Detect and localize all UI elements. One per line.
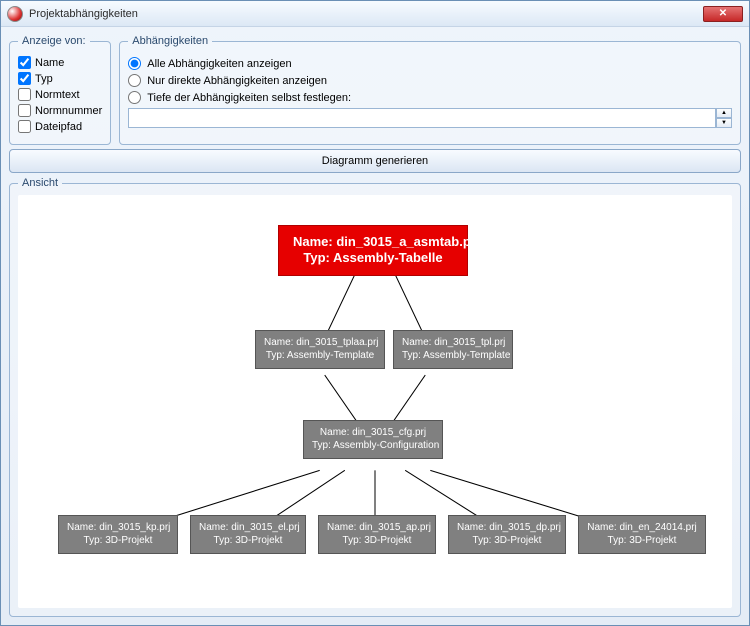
checkbox-normtext[interactable] xyxy=(18,88,31,101)
node-level3-2[interactable]: Name: din_3015_ap.prj Typ: 3D-Projekt xyxy=(318,515,436,554)
node-typ: Typ: Assembly-Template xyxy=(264,350,376,363)
anzeige-item-normnummer[interactable]: Normnummer xyxy=(18,104,102,117)
anzeige-legend: Anzeige von: xyxy=(18,35,90,47)
node-name: Name: din_3015_cfg.prj xyxy=(312,427,434,440)
anzeige-label: Normnummer xyxy=(35,105,102,117)
close-icon: ✕ xyxy=(719,8,727,19)
radio-depth[interactable] xyxy=(128,91,141,104)
node-typ: Typ: Assembly-Tabelle xyxy=(293,250,453,266)
depth-input[interactable] xyxy=(128,108,716,128)
anzeige-item-normtext[interactable]: Normtext xyxy=(18,88,102,101)
node-name: Name: din_3015_el.prj xyxy=(199,522,297,535)
close-button[interactable]: ✕ xyxy=(703,6,743,22)
node-typ: Typ: 3D-Projekt xyxy=(587,535,697,548)
node-level3-1[interactable]: Name: din_3015_el.prj Typ: 3D-Projekt xyxy=(190,515,306,554)
node-level3-4[interactable]: Name: din_en_24014.prj Typ: 3D-Projekt xyxy=(578,515,706,554)
checkbox-name[interactable] xyxy=(18,56,31,69)
abh-option-direct[interactable]: Nur direkte Abhängigkeiten anzeigen xyxy=(128,74,732,87)
abh-option-all[interactable]: Alle Abhängigkeiten anzeigen xyxy=(128,57,732,70)
anzeige-item-typ[interactable]: Typ xyxy=(18,72,102,85)
node-level2-0[interactable]: Name: din_3015_cfg.prj Typ: Assembly-Con… xyxy=(303,420,443,459)
node-root[interactable]: Name: din_3015_a_asmtab.prj Typ: Assembl… xyxy=(278,225,468,276)
ansicht-group: Ansicht xyxy=(9,177,741,617)
checkbox-typ[interactable] xyxy=(18,72,31,85)
node-name: Name: din_3015_tpl.prj xyxy=(402,337,504,350)
body: Anzeige von: Name Typ Normtext Normnumme… xyxy=(1,27,749,625)
node-typ: Typ: Assembly-Configuration xyxy=(312,440,434,453)
abh-legend: Abhängigkeiten xyxy=(128,35,212,47)
radio-all[interactable] xyxy=(128,57,141,70)
node-name: Name: din_3015_dp.prj xyxy=(457,522,557,535)
app-icon xyxy=(7,6,23,22)
anzeige-item-dateipfad[interactable]: Dateipfad xyxy=(18,120,102,133)
node-name: Name: din_en_24014.prj xyxy=(587,522,697,535)
anzeige-label: Typ xyxy=(35,73,53,85)
node-typ: Typ: 3D-Projekt xyxy=(199,535,297,548)
checkbox-dateipfad[interactable] xyxy=(18,120,31,133)
node-name: Name: din_3015_ap.prj xyxy=(327,522,427,535)
top-row: Anzeige von: Name Typ Normtext Normnumme… xyxy=(9,35,741,145)
radio-direct[interactable] xyxy=(128,74,141,87)
anzeige-label: Normtext xyxy=(35,89,80,101)
node-name: Name: din_3015_a_asmtab.prj xyxy=(293,234,453,250)
abh-option-label: Tiefe der Abhängigkeiten selbst festlege… xyxy=(147,92,351,104)
depth-input-row: ▲ ▼ xyxy=(128,108,732,128)
titlebar: Projektabhängigkeiten ✕ xyxy=(1,1,749,27)
abhaengigkeiten-group: Abhängigkeiten Alle Abhängigkeiten anzei… xyxy=(119,35,741,145)
diagram-canvas[interactable]: Name: din_3015_a_asmtab.prj Typ: Assembl… xyxy=(18,195,732,608)
ansicht-legend: Ansicht xyxy=(18,177,62,189)
node-typ: Typ: Assembly-Template xyxy=(402,350,504,363)
anzeige-label: Dateipfad xyxy=(35,121,82,133)
anzeige-item-name[interactable]: Name xyxy=(18,56,102,69)
node-level3-0[interactable]: Name: din_3015_kp.prj Typ: 3D-Projekt xyxy=(58,515,178,554)
spinner-down-button[interactable]: ▼ xyxy=(716,118,732,128)
checkbox-normnummer[interactable] xyxy=(18,104,31,117)
node-typ: Typ: 3D-Projekt xyxy=(457,535,557,548)
window: Projektabhängigkeiten ✕ Anzeige von: Nam… xyxy=(0,0,750,626)
anzeige-group: Anzeige von: Name Typ Normtext Normnumme… xyxy=(9,35,111,145)
window-title: Projektabhängigkeiten xyxy=(29,8,703,20)
generate-label: Diagramm generieren xyxy=(322,155,428,167)
abh-option-depth[interactable]: Tiefe der Abhängigkeiten selbst festlege… xyxy=(128,91,732,104)
node-level1-1[interactable]: Name: din_3015_tpl.prj Typ: Assembly-Tem… xyxy=(393,330,513,369)
node-typ: Typ: 3D-Projekt xyxy=(67,535,169,548)
depth-spinner: ▲ ▼ xyxy=(716,108,732,128)
abh-option-label: Nur direkte Abhängigkeiten anzeigen xyxy=(147,75,327,87)
generate-diagram-button[interactable]: Diagramm generieren xyxy=(9,149,741,173)
node-typ: Typ: 3D-Projekt xyxy=(327,535,427,548)
node-name: Name: din_3015_kp.prj xyxy=(67,522,169,535)
anzeige-label: Name xyxy=(35,57,64,69)
abh-option-label: Alle Abhängigkeiten anzeigen xyxy=(147,58,291,70)
node-level3-3[interactable]: Name: din_3015_dp.prj Typ: 3D-Projekt xyxy=(448,515,566,554)
node-level1-0[interactable]: Name: din_3015_tplaa.prj Typ: Assembly-T… xyxy=(255,330,385,369)
node-name: Name: din_3015_tplaa.prj xyxy=(264,337,376,350)
spinner-up-button[interactable]: ▲ xyxy=(716,108,732,118)
